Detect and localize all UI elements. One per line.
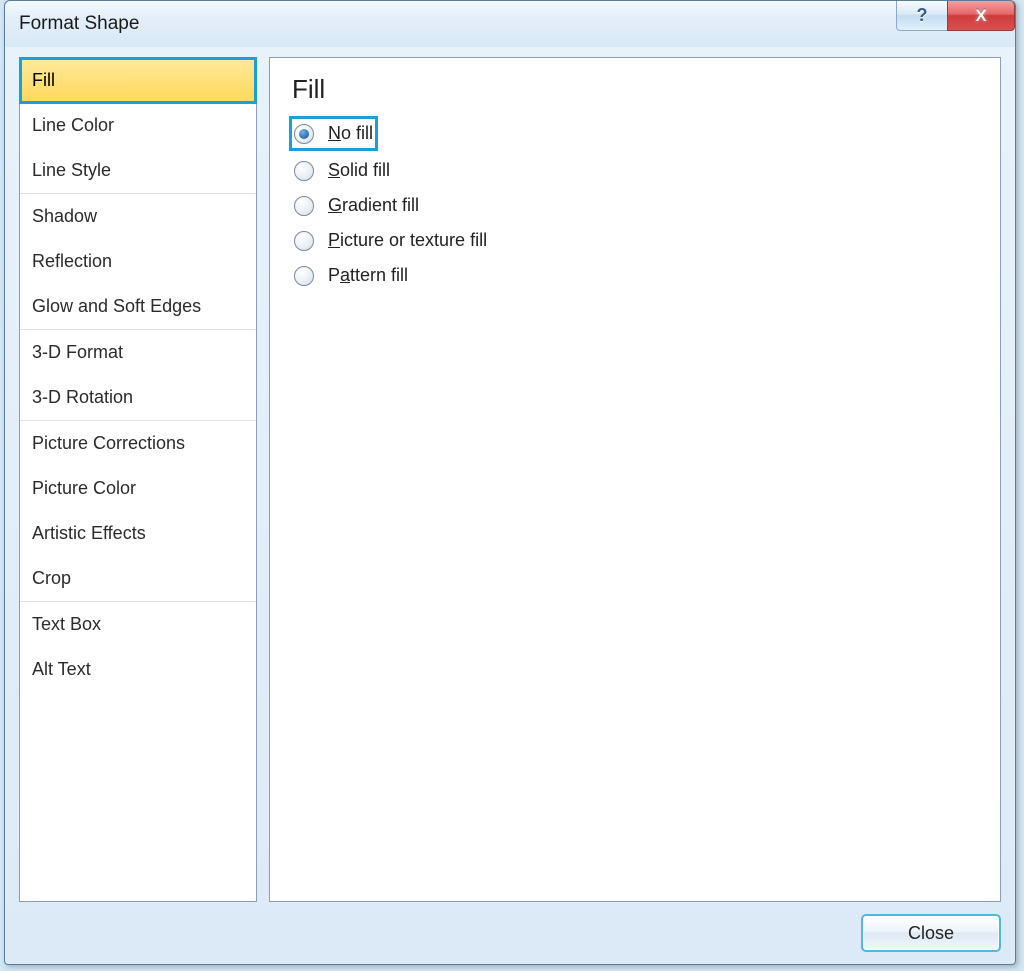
sidebar-item-3-d-rotation[interactable]: 3-D Rotation [20, 375, 256, 420]
sidebar-item-fill[interactable]: Fill [19, 57, 257, 104]
fill-options: No fill Solid fill Gradient fill Picture or… [292, 116, 978, 293]
close-icon: X [975, 6, 986, 26]
sidebar-item-line-color[interactable]: Line Color [20, 103, 256, 148]
sidebar-item-3-d-format[interactable]: 3-D Format [20, 330, 256, 375]
dialog-body: FillLine ColorLine StyleShadowReflection… [5, 47, 1015, 964]
radio-label: Picture or texture fill [328, 230, 487, 251]
fill-option[interactable]: Picture or texture fill [292, 223, 978, 258]
sidebar-item-alt-text[interactable]: Alt Text [20, 647, 256, 692]
sidebar-group: Picture CorrectionsPicture ColorArtistic… [20, 421, 256, 602]
fill-option[interactable]: Gradient fill [292, 188, 978, 223]
sidebar-group: Text BoxAlt Text [20, 602, 256, 692]
close-button-label: Close [908, 923, 954, 944]
format-shape-dialog: Format Shape ? X FillLine ColorLine Styl… [4, 0, 1016, 965]
radio-icon [294, 196, 314, 216]
radio-icon [294, 266, 314, 286]
close-button[interactable]: Close [861, 914, 1001, 952]
fill-panel: Fill No fill Solid fill Gradient fill Pictu… [269, 57, 1001, 902]
radio-icon [294, 231, 314, 251]
sidebar-item-text-box[interactable]: Text Box [20, 602, 256, 647]
radio-label: No fill [328, 123, 373, 144]
fill-option[interactable]: Solid fill [292, 153, 978, 188]
fill-option[interactable]: No fill [289, 116, 378, 151]
titlebar-controls: ? X [897, 1, 1015, 33]
sidebar-item-line-style[interactable]: Line Style [20, 148, 256, 193]
sidebar-item-shadow[interactable]: Shadow [20, 194, 256, 239]
category-sidebar: FillLine ColorLine StyleShadowReflection… [19, 57, 257, 902]
radio-icon [294, 124, 314, 144]
sidebar-group: ShadowReflectionGlow and Soft Edges [20, 194, 256, 330]
panel-heading: Fill [292, 74, 978, 105]
dialog-footer: Close [19, 902, 1001, 952]
window-close-button[interactable]: X [947, 1, 1015, 31]
titlebar: Format Shape ? X [5, 1, 1015, 47]
radio-icon [294, 161, 314, 181]
sidebar-item-glow-and-soft-edges[interactable]: Glow and Soft Edges [20, 284, 256, 329]
sidebar-item-picture-color[interactable]: Picture Color [20, 466, 256, 511]
radio-label: Gradient fill [328, 195, 419, 216]
sidebar-item-reflection[interactable]: Reflection [20, 239, 256, 284]
radio-label: Pattern fill [328, 265, 408, 286]
panels: FillLine ColorLine StyleShadowReflection… [19, 57, 1001, 902]
fill-option[interactable]: Pattern fill [292, 258, 978, 293]
sidebar-item-artistic-effects[interactable]: Artistic Effects [20, 511, 256, 556]
sidebar-group: 3-D Format3-D Rotation [20, 330, 256, 421]
sidebar-group: FillLine ColorLine Style [20, 57, 256, 194]
radio-label: Solid fill [328, 160, 390, 181]
sidebar-item-crop[interactable]: Crop [20, 556, 256, 601]
sidebar-item-picture-corrections[interactable]: Picture Corrections [20, 421, 256, 466]
help-icon: ? [917, 5, 928, 26]
help-button[interactable]: ? [896, 1, 948, 31]
window-title: Format Shape [19, 13, 139, 35]
